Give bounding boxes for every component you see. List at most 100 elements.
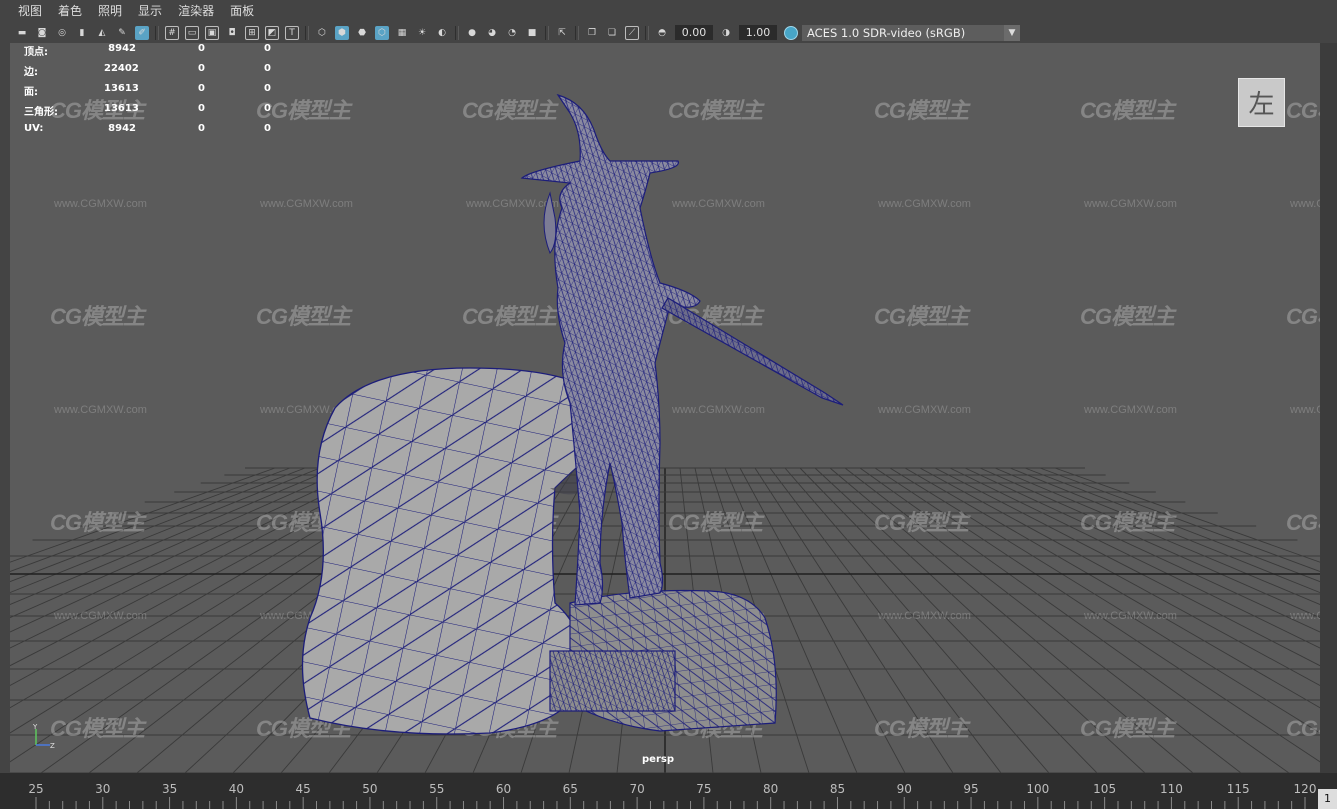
grease-pencil-icon[interactable]: ✎ (115, 26, 129, 40)
gate-mask-icon[interactable]: ◘ (225, 26, 239, 40)
panel-toolbar: ▬ ◙ ◎ ▮ ◭ ✎ ✐ # ▭ ▣ ◘ ⊞ ◩ T ⬡ ⬢ ⬣ ⬡ ▦ ☀ … (0, 22, 1337, 43)
hud-value: 0 (198, 83, 205, 94)
poly-count-hud: 顶点: 8942 0 0 边: 22402 0 0 面: 13613 0 0 三… (24, 43, 284, 143)
film-gate-icon[interactable]: ▭ (185, 25, 199, 40)
image-plane-icon[interactable]: ◭ (95, 26, 109, 40)
shadows-icon[interactable]: ◐ (435, 26, 449, 40)
hud-value: 13613 (104, 83, 139, 94)
chevron-down-icon[interactable]: ▼ (1004, 24, 1020, 41)
timeline-tick-label: 95 (963, 782, 978, 796)
color-space-dropdown[interactable]: ACES 1.0 SDR-video (sRGB) ▼ (802, 24, 1020, 41)
timeline-tick-label: 55 (429, 782, 444, 796)
hud-row-edges: 边: 22402 0 0 (24, 63, 284, 83)
timeline-tick-label: 65 (563, 782, 578, 796)
hud-label: 面: (24, 87, 38, 98)
menu-show[interactable]: 显示 (130, 0, 170, 22)
isolate-select-icon[interactable]: ⇱ (555, 26, 569, 40)
menu-panels[interactable]: 面板 (222, 0, 262, 22)
3d-viewport[interactable]: CG模型主 www.CGMXW.com CG模型主 www.CGMXW.com CG模型… (10, 43, 1320, 773)
hud-value: 0 (264, 43, 271, 54)
resolution-gate-icon[interactable]: ▣ (205, 25, 219, 40)
select-camera-icon[interactable]: ▬ (15, 26, 29, 40)
bookmarks-icon[interactable]: ◎ (55, 26, 69, 40)
hud-value: 8942 (108, 43, 136, 54)
depth-of-field-icon[interactable]: ■ (525, 26, 539, 40)
staff-mesh[interactable] (661, 297, 844, 406)
hud-value: 0 (198, 103, 205, 114)
menu-view[interactable]: 视图 (0, 0, 50, 22)
hud-label: 三角形: (24, 107, 58, 118)
menu-renderer[interactable]: 渲染器 (170, 0, 222, 22)
timeline-tick-label: 120 (1294, 782, 1317, 796)
xray-icon[interactable]: ❐ (585, 26, 599, 40)
timeline-tick-label: 25 (28, 782, 43, 796)
color-space-value: ACES 1.0 SDR-video (sRGB) (807, 25, 966, 40)
screen-space-ao-icon[interactable]: ● (465, 26, 479, 40)
exposure-icon[interactable]: ◓ (655, 26, 669, 40)
timeline-tick-label: 70 (629, 782, 644, 796)
camera-attributes-icon[interactable]: ◙ (35, 26, 49, 40)
hud-label: 边: (24, 67, 38, 78)
gamma-icon[interactable]: ◑ (719, 26, 733, 40)
bookmark-icon[interactable]: ▮ (75, 26, 89, 40)
safe-action-icon[interactable]: ◩ (265, 25, 279, 40)
xray-joints-icon[interactable]: ⟋ (625, 25, 639, 40)
timeline-tick-label: 105 (1093, 782, 1116, 796)
hud-label: 顶点: (24, 47, 48, 58)
hud-row-triangles: 三角形: 13613 0 0 (24, 103, 284, 123)
timeline-tick-label: 35 (162, 782, 177, 796)
menu-lighting[interactable]: 照明 (90, 0, 130, 22)
menu-shading[interactable]: 着色 (50, 0, 90, 22)
timeline-tick-label: 50 (362, 782, 377, 796)
color-management-icon[interactable] (784, 25, 798, 40)
mesh-model[interactable] (10, 43, 1320, 773)
hud-value: 8942 (108, 123, 136, 134)
hud-row-faces: 面: 13613 0 0 (24, 83, 284, 103)
grid-icon[interactable]: # (165, 25, 179, 40)
camera-name-label: persp (642, 754, 674, 765)
safe-title-icon[interactable]: T (285, 25, 299, 40)
hud-value: 0 (198, 123, 205, 134)
smooth-shade-icon[interactable]: ⬢ (335, 25, 349, 40)
toolbar-separator (545, 25, 549, 40)
timeline-tick-label: 100 (1026, 782, 1049, 796)
hud-value: 0 (198, 43, 205, 54)
toolbar-separator (155, 25, 159, 40)
time-ruler[interactable]: 25 30 35 40 45 50 55 60 65 70 75 80 85 90 95 100 105 110 1… (0, 773, 1337, 809)
exposure-field[interactable]: 0.00 (675, 25, 713, 40)
grid-toggle-icon[interactable]: ✐ (135, 25, 149, 40)
anti-aliasing-icon[interactable]: ◔ (505, 26, 519, 40)
viewport-side-strip (1320, 43, 1337, 773)
lights-icon[interactable]: ☀ (415, 26, 429, 40)
hud-value: 0 (264, 63, 271, 74)
motion-blur-icon[interactable]: ◕ (485, 26, 499, 40)
textured-icon[interactable]: ▦ (395, 26, 409, 40)
toolbar-separator (305, 25, 309, 40)
axis-y-label: Y (32, 723, 38, 731)
menu-bar: 视图 着色 照明 显示 渲染器 面板 (0, 0, 1337, 22)
hud-value: 0 (264, 83, 271, 94)
timeline-tick-label: 90 (897, 782, 912, 796)
view-cube[interactable]: 左 (1238, 78, 1285, 127)
xray-active-icon[interactable]: ❏ (605, 26, 619, 40)
field-chart-icon[interactable]: ⊞ (245, 25, 259, 40)
wireframe-icon[interactable]: ⬡ (315, 26, 329, 40)
hud-value: 22402 (104, 63, 139, 74)
wireframe-on-shaded-icon[interactable]: ⬡ (375, 25, 389, 40)
time-slider[interactable]: 25 30 35 40 45 50 55 60 65 70 75 80 85 90 95 100 105 110 1… (0, 773, 1337, 809)
timeline-tick-label: 60 (496, 782, 511, 796)
timeline-tick-label: 75 (696, 782, 711, 796)
hud-row-vertices: 顶点: 8942 0 0 (24, 43, 284, 63)
hud-label: UV: (24, 123, 44, 134)
toolbar-separator (645, 25, 649, 40)
toolbar-separator (575, 25, 579, 40)
toolbar-separator (455, 25, 459, 40)
timeline-tick-label: 30 (95, 782, 110, 796)
current-frame-indicator[interactable]: 1 (1318, 789, 1337, 809)
gamma-field[interactable]: 1.00 (739, 25, 777, 40)
default-material-icon[interactable]: ⬣ (355, 26, 369, 40)
platform-mesh[interactable] (549, 589, 777, 732)
timeline-tick-label: 85 (830, 782, 845, 796)
hud-value: 0 (264, 103, 271, 114)
axis-gizmo-icon: Y Z (32, 723, 55, 750)
